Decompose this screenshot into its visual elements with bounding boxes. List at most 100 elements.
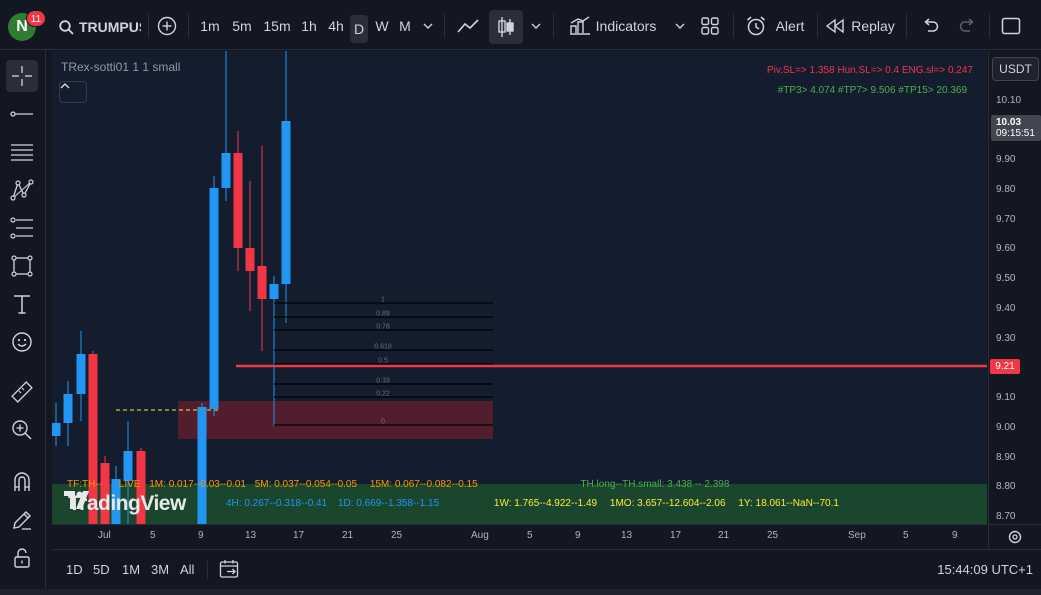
grid-layout-icon <box>701 17 719 35</box>
bear-candle <box>233 153 243 248</box>
time-label: 5 <box>150 530 156 541</box>
horizontal-lines-tool[interactable] <box>6 136 38 168</box>
alarm-clock-icon <box>747 16 765 36</box>
layouts-button[interactable] <box>698 13 722 39</box>
alert-icon-button[interactable] <box>744 13 768 39</box>
time-label: 21 <box>342 530 354 541</box>
fib-retracement-icon <box>10 217 33 239</box>
alert-button[interactable]: Alert <box>772 13 808 39</box>
chevron-down-icon <box>531 23 541 29</box>
time-label: 25 <box>391 530 403 541</box>
interval-5m[interactable]: 5m <box>229 13 255 39</box>
price-label: 10.10 <box>996 95 1022 106</box>
table-cell: 4H: 0.267--0.318--0.41 <box>226 498 328 509</box>
table-cell: 5M: 0.037--0.054--0.05 <box>254 479 358 490</box>
rewind-icon <box>825 18 844 34</box>
interval-4h[interactable]: 4h <box>325 13 347 39</box>
trend-line-icon <box>10 111 33 117</box>
table-cell: TH.long--TH.small: 3.438 -- 2.398 <box>580 479 730 490</box>
line-chart-button[interactable] <box>452 13 484 39</box>
time-label: 17 <box>670 530 682 541</box>
indicators-button[interactable]: Indicators <box>594 13 658 39</box>
pattern-tool[interactable] <box>6 174 38 206</box>
parallel-lines-icon <box>11 144 33 161</box>
lock-drawings-tool[interactable] <box>6 542 38 574</box>
drawing-toolbar <box>0 50 46 595</box>
currency-selector[interactable]: USDT <box>992 57 1039 81</box>
undo-button[interactable] <box>918 13 942 39</box>
pattern-nodes-icon <box>10 179 34 201</box>
price-label: 9.90 <box>996 154 1016 165</box>
trend-line-tool[interactable] <box>6 98 38 130</box>
price-label: 9.60 <box>996 243 1016 254</box>
table-cell: 15M: 0.067--0.082--0.15 <box>369 479 478 490</box>
zoom-tool[interactable] <box>6 414 38 446</box>
chart-settings-button[interactable] <box>988 524 1041 548</box>
range-1d[interactable]: 1D <box>66 562 83 577</box>
text-tool[interactable] <box>6 288 38 320</box>
stop-loss-info: Piv.SL=> 1.358 Hun.SL=> 0.4 ENG.sl=> 0.2… <box>766 65 973 76</box>
separator <box>553 14 554 38</box>
interval-1h[interactable]: 1h <box>298 13 320 39</box>
chart-type-dropdown[interactable] <box>528 13 544 39</box>
bear-candle <box>257 266 267 299</box>
legend-collapse-button[interactable] <box>59 81 87 103</box>
replay-icon-button[interactable] <box>824 13 846 39</box>
time-label: 25 <box>767 530 779 541</box>
bottom-panel-edge <box>0 589 1041 595</box>
interval-w[interactable]: W <box>372 13 392 39</box>
crosshair-icon <box>12 66 32 86</box>
zoom-in-icon <box>12 420 32 440</box>
candles-chart-button[interactable] <box>489 10 523 44</box>
redo-button[interactable] <box>956 13 980 39</box>
price-label: 9.70 <box>996 214 1016 225</box>
window-frame-icon <box>1001 17 1021 35</box>
fullscreen-button[interactable] <box>998 13 1024 39</box>
crosshair-tool[interactable] <box>6 60 38 92</box>
fib-tool[interactable] <box>6 212 38 244</box>
line-chart-icon <box>457 19 479 33</box>
bull-candle <box>52 423 61 436</box>
table-cell: 1W: 1.765--4.922--1.49 <box>493 498 598 509</box>
candlestick-icon <box>498 17 514 37</box>
interval-15m[interactable]: 15m <box>261 13 293 39</box>
price-label: 9.80 <box>996 184 1016 195</box>
bull-candle <box>123 451 133 481</box>
compare-symbol-button[interactable] <box>154 13 180 39</box>
price-label: 8.70 <box>996 511 1016 522</box>
indicators-icon-button[interactable] <box>566 13 594 39</box>
chevron-down-icon <box>423 23 433 29</box>
range-1m[interactable]: 1M <box>122 562 140 577</box>
table-cell: 1M: 0.017--0.03--0.01 <box>149 479 246 490</box>
range-5d[interactable]: 5D <box>93 562 110 577</box>
indicators-icon <box>570 16 590 35</box>
shapes-tool[interactable] <box>6 250 38 282</box>
range-3m[interactable]: 3M <box>151 562 169 577</box>
bull-candle <box>209 188 219 409</box>
stay-in-drawing-mode-tool[interactable] <box>6 504 38 536</box>
interval-dropdown[interactable] <box>420 13 436 39</box>
go-to-date-button[interactable] <box>219 559 241 584</box>
chevron-up-icon <box>60 82 70 89</box>
time-label: Jul <box>98 530 111 541</box>
utc-clock[interactable]: 15:44:09 UTC+1 <box>937 562 1033 577</box>
interval-m[interactable]: M <box>396 13 414 39</box>
interval-1m[interactable]: 1m <box>197 13 223 39</box>
chevron-down-icon <box>675 23 685 29</box>
measure-tool[interactable] <box>6 376 38 408</box>
icons-tool[interactable] <box>6 326 38 358</box>
time-label: 13 <box>245 530 257 541</box>
range-all[interactable]: All <box>180 562 194 577</box>
price-label: 8.80 <box>996 481 1016 492</box>
replay-button[interactable]: Replay <box>850 13 896 39</box>
time-label: 9 <box>575 530 581 541</box>
interval-d-active[interactable]: D <box>350 15 368 43</box>
magnet-tool[interactable] <box>6 466 38 498</box>
separator <box>989 14 990 38</box>
fib-level-label: 0.89 <box>376 311 390 318</box>
indicator-legend-title[interactable]: TRex-sotti01 1 1 small <box>61 60 180 74</box>
indicators-dropdown[interactable] <box>672 13 688 39</box>
time-axis[interactable]: Jul 5 9 13 17 21 25 Aug 5 9 13 17 21 25 … <box>52 524 987 548</box>
chart-pane[interactable]: 1 0.89 0.78 0.618 0.5 0.33 0.22 0 TRex-sotti01 … <box>52 51 987 524</box>
price-axis[interactable]: USDT 10.10 10.03 09:15:51 9.90 9.80 9.70… <box>988 51 1041 524</box>
